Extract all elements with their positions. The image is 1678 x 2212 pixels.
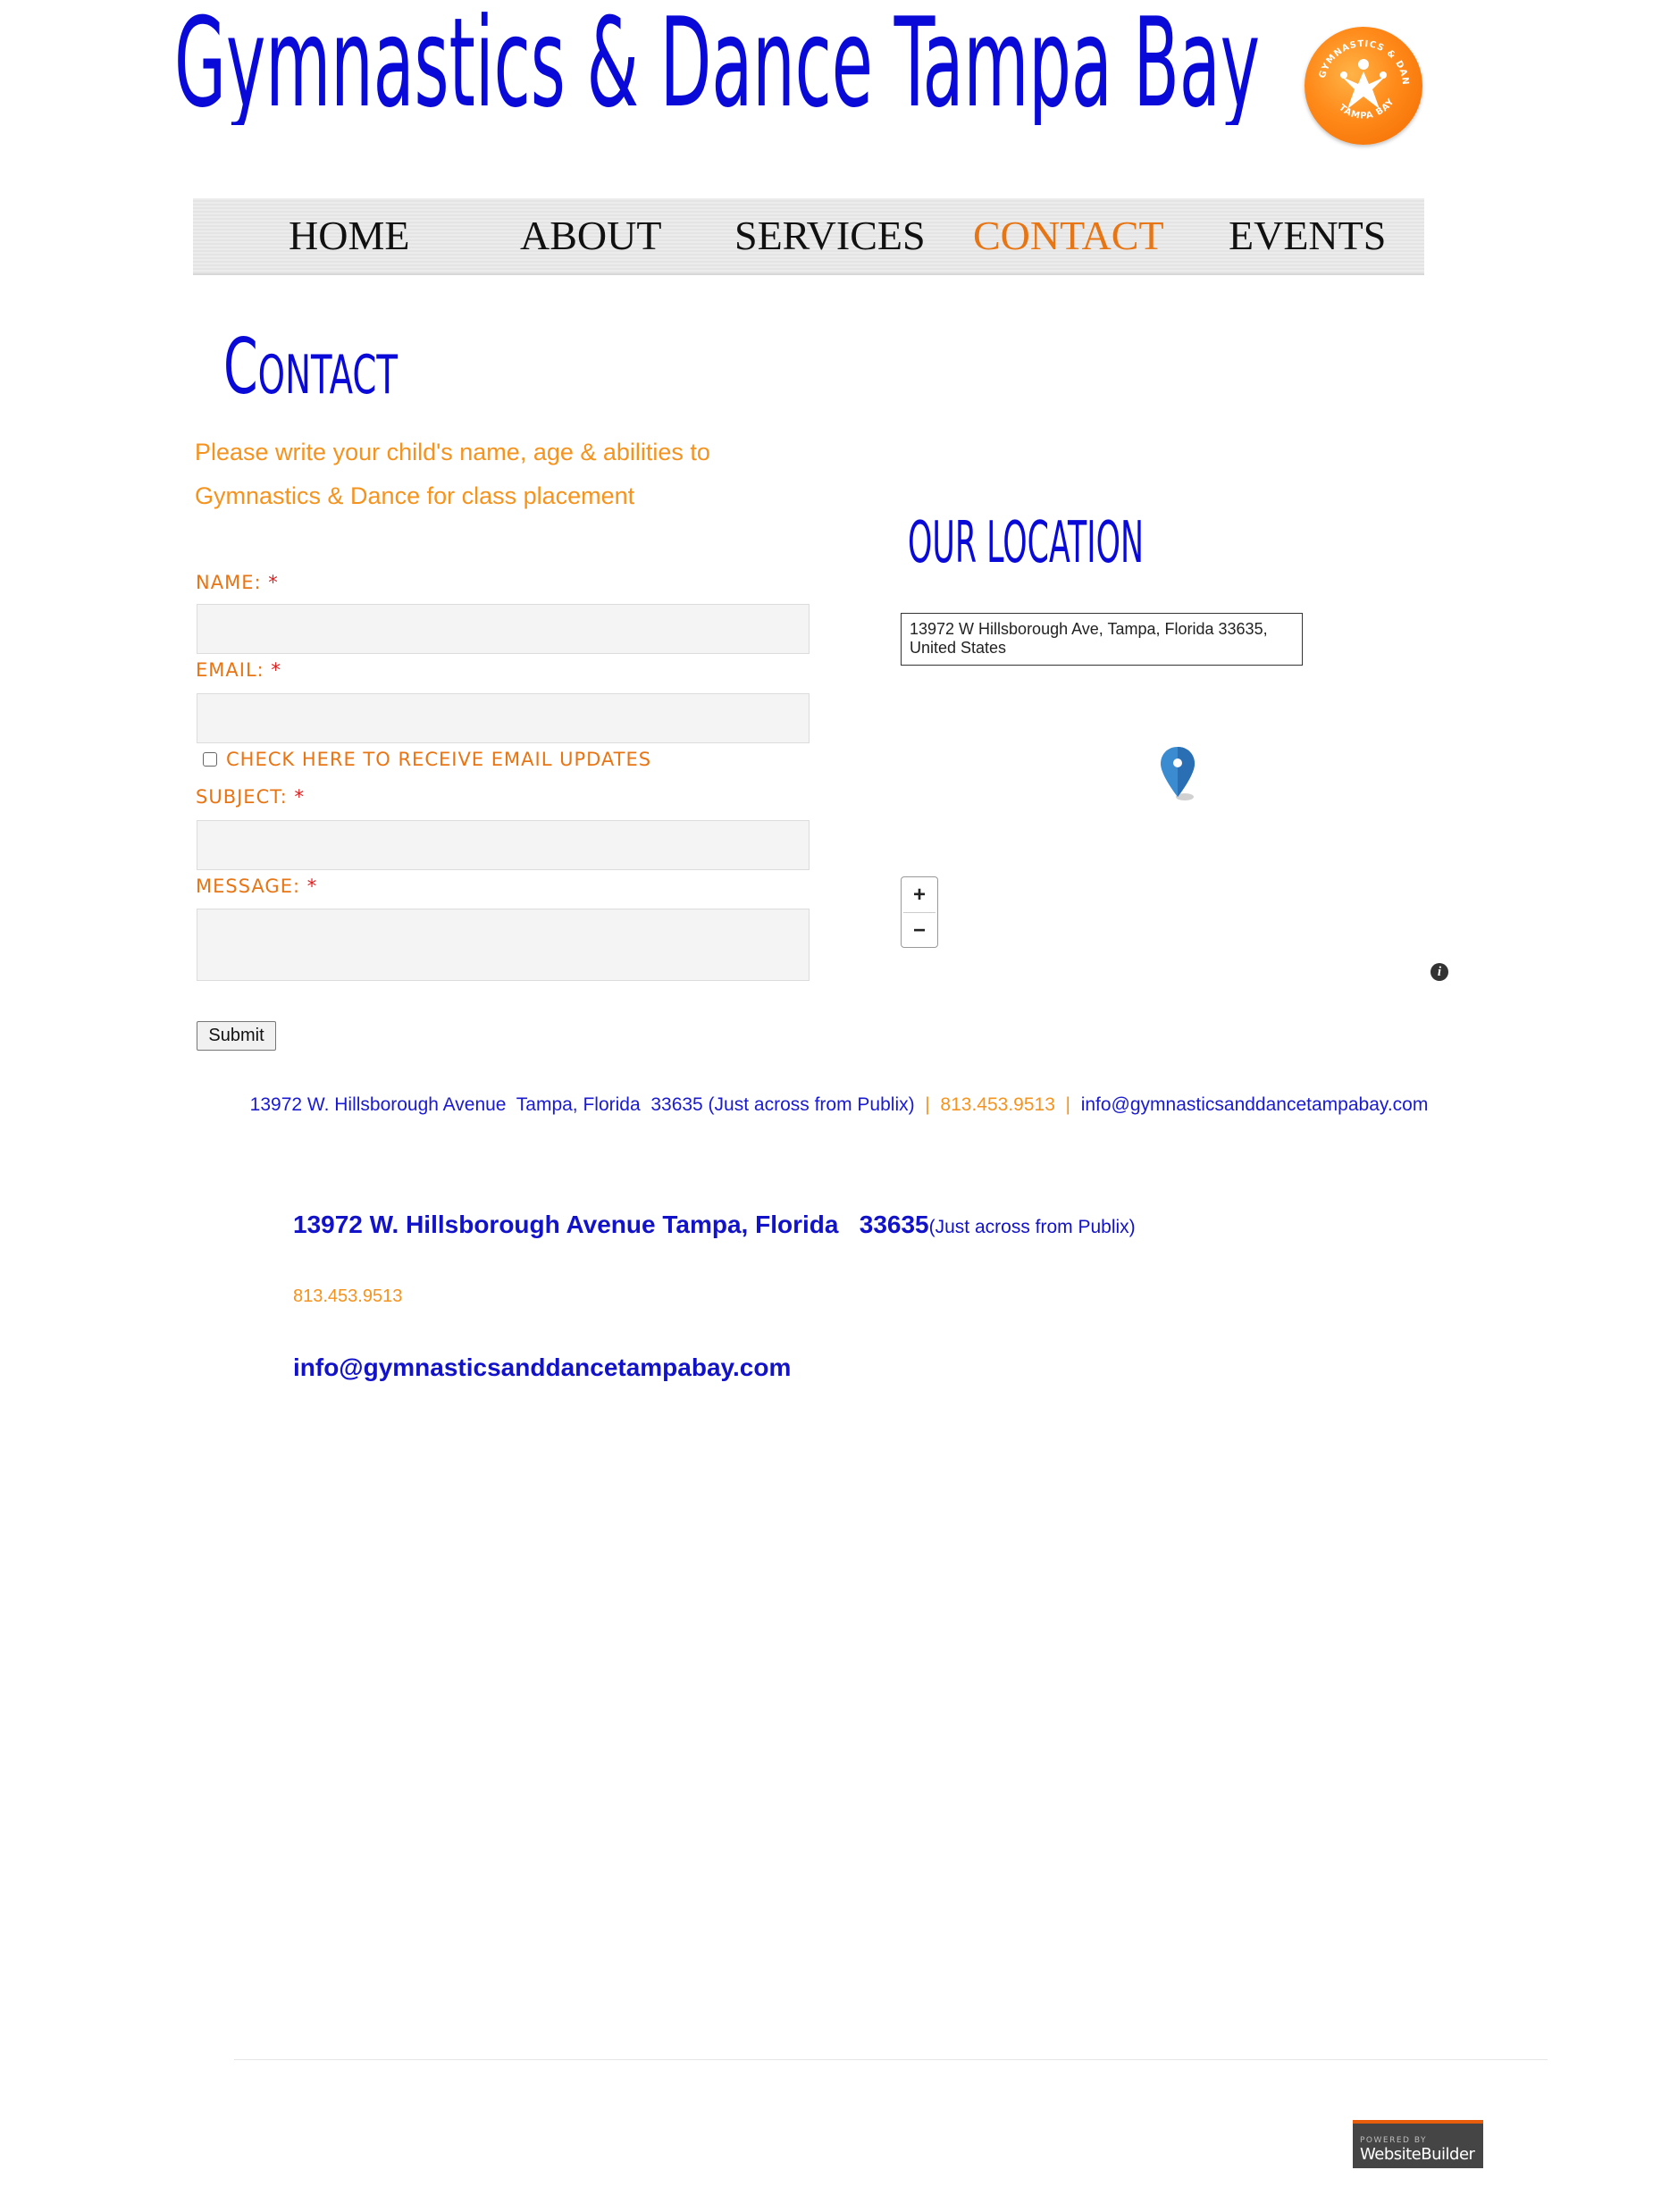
nav-events[interactable]: EVENTS — [1229, 211, 1386, 261]
map-address-popup: 13972 W Hillsborough Ave, Tampa, Florida… — [901, 613, 1303, 666]
footer-separator-2: | — [1054, 1094, 1081, 1115]
intro-line-1: Please write your child's name, age & ab… — [195, 439, 710, 465]
svg-text:GYMNASTICS & DANCE: GYMNASTICS & DANCE — [1305, 27, 1410, 86]
email-updates-checkbox[interactable] — [203, 752, 217, 767]
name-label: NAME: * — [196, 572, 279, 593]
footer-divider — [234, 2059, 1548, 2060]
email-updates-label[interactable]: CHECK HERE TO RECEIVE EMAIL UPDATES — [226, 749, 651, 770]
nav-services[interactable]: SERVICES — [734, 211, 926, 261]
message-field[interactable] — [197, 909, 810, 981]
svg-text:Contact: Contact — [223, 323, 398, 406]
email-updates-row: CHECK HERE TO RECEIVE EMAIL UPDATES — [203, 749, 651, 770]
main-nav: HOME ABOUT SERVICES CONTACT EVENTS — [193, 198, 1424, 275]
map-address-line-2: United States — [910, 639, 1007, 657]
email-field[interactable] — [197, 693, 810, 743]
svg-text:OUR LOCATION: OUR LOCATION — [908, 510, 1144, 572]
site-title[interactable]: Gymnastics & Dance Tampa Bay — [174, 0, 1264, 135]
badge-powered-text: POWERED BY — [1360, 2136, 1428, 2145]
badge-brand-text: WebsiteBuilder — [1360, 2145, 1475, 2164]
zoom-out-button[interactable]: − — [902, 913, 937, 948]
contact-address-main: 13972 W. Hillsborough Avenue Tampa, Flor… — [293, 1211, 929, 1238]
message-label: MESSAGE: * — [196, 876, 318, 897]
map-zoom-control: + − — [901, 876, 938, 948]
intro-text: Please write your child's name, age & ab… — [195, 431, 767, 518]
map-marker-icon[interactable] — [1158, 745, 1203, 804]
nav-contact[interactable]: CONTACT — [973, 211, 1164, 261]
nav-about[interactable]: ABOUT — [520, 211, 661, 261]
map-info-icon[interactable]: i — [1430, 963, 1448, 981]
logo-emblem-icon: GYMNASTICS & DANCE TAMPA BAY — [1305, 27, 1410, 121]
contact-address: 13972 W. Hillsborough Avenue Tampa, Flor… — [293, 1211, 1136, 1239]
submit-button[interactable]: Submit — [197, 1021, 276, 1051]
zoom-in-button[interactable]: + — [902, 877, 937, 912]
email-label: EMAIL: * — [196, 659, 281, 681]
name-field[interactable] — [197, 604, 810, 654]
footer-contact-line: 13972 W. Hillsborough Avenue Tampa, Flor… — [0, 1094, 1678, 1116]
location-heading: OUR LOCATION — [908, 505, 1149, 576]
intro-line-2: Gymnastics & Dance for class placement — [195, 482, 635, 509]
footer-separator-1: | — [914, 1094, 941, 1115]
page-title: Contact — [223, 317, 402, 412]
site-title-text: Gymnastics & Dance Tampa Bay — [174, 0, 1260, 125]
subject-field[interactable] — [197, 820, 810, 870]
footer-phone[interactable]: 813.453.9513 — [940, 1094, 1054, 1115]
powered-by-badge[interactable]: POWERED BY WebsiteBuilder — [1353, 2120, 1483, 2168]
nav-home[interactable]: HOME — [289, 211, 409, 261]
contact-phone[interactable]: 813.453.9513 — [293, 1286, 402, 1307]
subject-label: SUBJECT: * — [196, 786, 306, 808]
brand-logo[interactable]: GYMNASTICS & DANCE TAMPA BAY — [1305, 27, 1422, 145]
footer-address: 13972 W. Hillsborough Avenue Tampa, Flor… — [249, 1094, 915, 1115]
svg-text:TAMPA BAY: TAMPA BAY — [1337, 96, 1397, 121]
contact-address-note: (Just across from Publix) — [928, 1217, 1136, 1237]
footer-email[interactable]: info@gymnasticsanddancetampabay.com — [1081, 1094, 1429, 1115]
map-address-line-1: 13972 W Hillsborough Ave, Tampa, Florida… — [910, 620, 1268, 638]
contact-email[interactable]: info@gymnasticsanddancetampabay.com — [293, 1353, 791, 1382]
